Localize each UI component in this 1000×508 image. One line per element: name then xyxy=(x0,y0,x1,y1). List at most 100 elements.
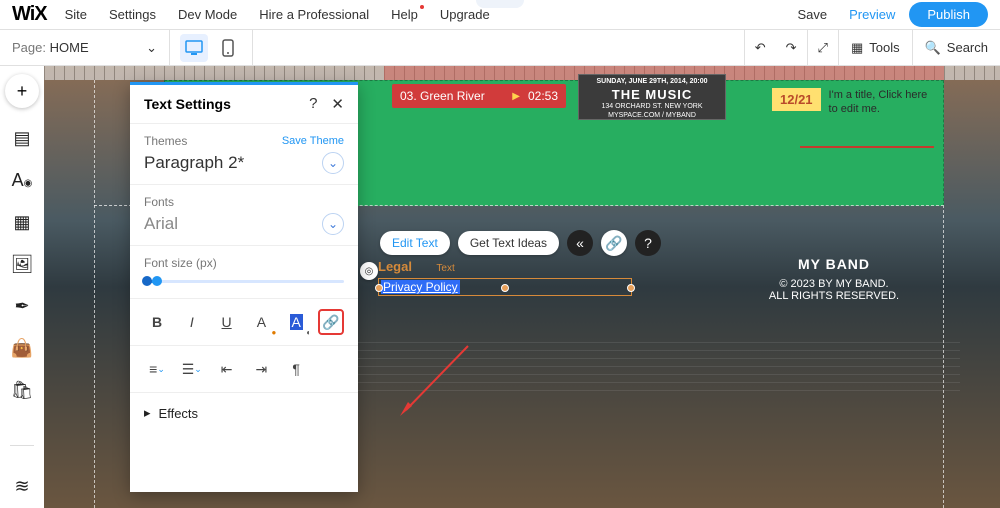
animation-button[interactable]: « xyxy=(567,230,593,256)
menu-help[interactable]: Help xyxy=(391,7,418,22)
themes-section: ThemesSave Theme Paragraph 2* ⌄ xyxy=(130,124,358,185)
font-value: Arial xyxy=(144,214,178,234)
link-pill-button[interactable]: 🔗 xyxy=(601,230,627,256)
layers-button[interactable]: ≋ xyxy=(10,474,34,498)
panel-title: Text Settings xyxy=(144,96,231,112)
italic-button[interactable]: I xyxy=(179,309,205,335)
undo-button[interactable]: ↶ xyxy=(744,30,776,66)
format-row-1: B I U A● A◐ 🔗 xyxy=(130,299,358,346)
event-date: 12/21 xyxy=(772,88,821,111)
tools-button[interactable]: ▦Tools xyxy=(838,30,912,66)
search-button[interactable]: 🔍Search xyxy=(912,30,1000,66)
element-tag[interactable]: ◎ xyxy=(360,262,378,280)
underline-button[interactable]: U xyxy=(214,309,240,335)
preview-button[interactable]: Preview xyxy=(849,7,895,22)
privacy-policy-link[interactable]: Privacy Policy xyxy=(381,280,460,294)
menu-devmode[interactable]: Dev Mode xyxy=(178,7,237,22)
desktop-view-button[interactable] xyxy=(180,34,208,62)
panel-close-button[interactable]: ✕ xyxy=(331,95,344,113)
target-icon: ◎ xyxy=(365,266,374,277)
resize-handle[interactable] xyxy=(627,284,635,292)
sparkle-icon: « xyxy=(576,235,584,251)
link-button[interactable]: 🔗 xyxy=(318,309,344,335)
mobile-icon xyxy=(222,39,234,57)
search-icon: 🔍 xyxy=(925,40,941,56)
menu-upgrade[interactable]: Upgrade xyxy=(440,7,490,22)
indent-less-button[interactable]: ⇤ xyxy=(214,356,240,382)
band-footer[interactable]: MY BAND © 2023 BY MY BAND. ALL RIGHTS RE… xyxy=(744,256,924,302)
save-button[interactable]: Save xyxy=(797,7,827,22)
collapse-icon: ⤢ xyxy=(818,40,828,56)
grid-icon: ▦ xyxy=(13,212,30,233)
bag-icon: 👜 xyxy=(11,338,33,359)
font-dropdown-button[interactable]: ⌄ xyxy=(322,213,344,235)
editor-toolbar: Page: HOME ⌄ ↶ ↷ ⤢ ▦Tools 🔍Search xyxy=(0,30,1000,66)
bold-button[interactable]: B xyxy=(144,309,170,335)
indent-more-button[interactable]: ⇥ xyxy=(248,356,274,382)
resize-handle[interactable] xyxy=(501,284,509,292)
list-button[interactable]: ☰⌄ xyxy=(179,356,205,382)
panel-help-button[interactable]: ? xyxy=(309,95,317,113)
page-icon: ▤ xyxy=(13,128,30,149)
menu-site[interactable]: Site xyxy=(65,7,87,22)
flyer-date: SUNDAY, JUNE 29TH, 2014, 20:00 xyxy=(579,78,725,87)
chevron-down-icon: ⌄ xyxy=(328,156,338,170)
redo-button[interactable]: ↷ xyxy=(776,30,807,66)
pages-button[interactable]: ▤ xyxy=(10,126,34,150)
undo-icon: ↶ xyxy=(755,40,766,56)
zoom-out-button[interactable]: ⤢ xyxy=(807,30,838,66)
wix-logo[interactable]: WiX xyxy=(12,3,47,26)
paintdrop-icon: A◉ xyxy=(12,170,33,191)
horizontal-ruler xyxy=(44,66,1000,80)
highlight-button[interactable]: A◐ xyxy=(283,309,309,335)
blog-button[interactable]: ✒ xyxy=(10,294,34,318)
effects-label: Effects xyxy=(159,406,199,421)
direction-button[interactable]: ¶ xyxy=(283,356,309,382)
left-tool-column: + ▤ A◉ ▦ 🖼 ✒ 👜 🛍 ≋ xyxy=(0,66,44,508)
element-type-label: Text xyxy=(436,263,454,274)
track-duration: 02:53 xyxy=(528,89,558,103)
event-item[interactable]: 12/21 I'm a title, Click here to edit me… xyxy=(772,88,930,124)
menu-settings[interactable]: Settings xyxy=(109,7,156,22)
flyer-address: 134 ORCHARD ST. NEW YORK xyxy=(579,103,725,112)
chevron-down-icon: ⌄ xyxy=(328,217,338,231)
pen-icon: ✒ xyxy=(14,296,29,317)
effects-row[interactable]: ▸ Effects xyxy=(130,393,358,433)
link-icon: 🔗 xyxy=(605,235,622,252)
flyer-url: MYSPACE.COM / MYBAND xyxy=(579,112,725,121)
copyright-text: © 2023 BY MY BAND. xyxy=(744,278,924,290)
music-track-bar[interactable]: 03. Green River ▶ 02:53 xyxy=(392,84,566,108)
viewport-toggle xyxy=(170,30,253,66)
fontsize-section: Font size (px) xyxy=(130,246,358,299)
edit-text-button[interactable]: Edit Text xyxy=(380,231,450,255)
page-selector[interactable]: Page: HOME ⌄ xyxy=(0,30,170,66)
design-button[interactable]: A◉ xyxy=(10,168,34,192)
play-icon[interactable]: ▶ xyxy=(512,91,520,102)
help-pill-button[interactable]: ? xyxy=(635,230,661,256)
event-underline xyxy=(800,146,934,148)
media-button[interactable]: 🖼 xyxy=(10,252,34,276)
get-text-ideas-button[interactable]: Get Text Ideas xyxy=(458,231,559,255)
selection-toolbar: Edit Text Get Text Ideas « 🔗 ? xyxy=(380,230,661,256)
rights-text: ALL RIGHTS RESERVED. xyxy=(744,290,924,302)
align-button[interactable]: ≡⌄ xyxy=(144,356,170,382)
fontsize-slider[interactable] xyxy=(144,274,344,288)
apps-button[interactable]: ▦ xyxy=(10,210,34,234)
fonts-section: Fonts Arial ⌄ xyxy=(130,185,358,246)
resize-handle[interactable] xyxy=(375,284,383,292)
store-button[interactable]: 👜 xyxy=(10,336,34,360)
event-flyer[interactable]: SUNDAY, JUNE 29TH, 2014, 20:00 THE MUSIC… xyxy=(578,74,726,120)
fontsize-label: Font size (px) xyxy=(144,256,217,270)
legal-text-element[interactable]: Legal Text Privacy Policy xyxy=(378,258,632,296)
mobile-view-button[interactable] xyxy=(214,34,242,62)
band-name: MY BAND xyxy=(744,256,924,272)
text-color-button[interactable]: A● xyxy=(248,309,274,335)
add-element-button[interactable]: + xyxy=(5,74,39,108)
theme-dropdown-button[interactable]: ⌄ xyxy=(322,152,344,174)
tools-icon: ▦ xyxy=(851,40,863,56)
save-theme-link[interactable]: Save Theme xyxy=(282,135,344,147)
question-icon: ? xyxy=(644,235,652,251)
bookings-button[interactable]: 🛍 xyxy=(10,378,34,402)
publish-button[interactable]: Publish xyxy=(909,2,988,27)
menu-hire-pro[interactable]: Hire a Professional xyxy=(259,7,369,22)
